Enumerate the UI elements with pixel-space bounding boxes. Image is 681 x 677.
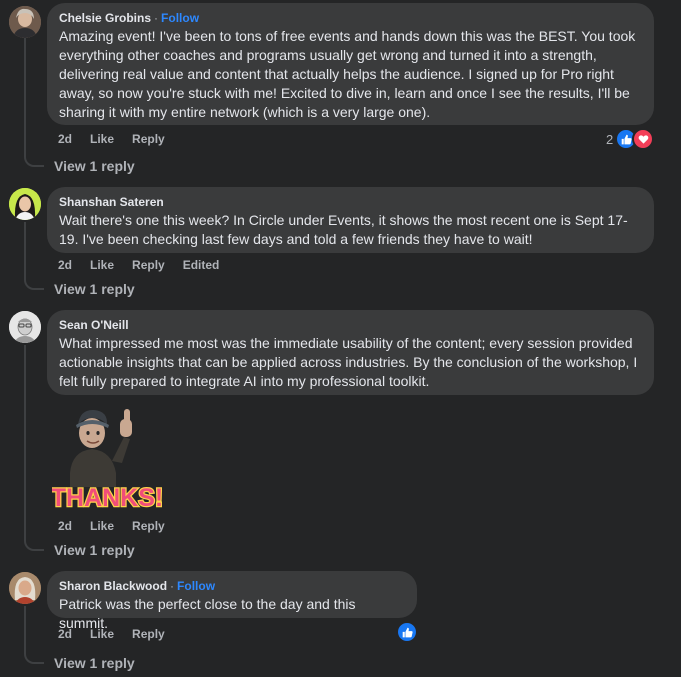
reply-button[interactable]: Reply	[132, 131, 165, 147]
comment-bubble: Sharon Blackwood · Follow Patrick was the …	[47, 571, 417, 631]
like-reaction-icon	[396, 621, 418, 643]
love-reaction-icon	[632, 128, 655, 150]
view-replies-link[interactable]: View 1 reply	[54, 280, 135, 298]
like-button[interactable]: Like	[90, 131, 114, 147]
comment-author[interactable]: Chelsie Grobins	[59, 11, 151, 25]
separator-dot: ·	[154, 11, 159, 25]
comment-bubble: Chelsie Grobins · Follow Amazing event! I'…	[47, 3, 654, 125]
avatar[interactable]	[9, 6, 41, 38]
timestamp[interactable]: 2d	[58, 626, 72, 642]
reactions-summary[interactable]	[396, 621, 418, 643]
thread-line	[24, 38, 26, 156]
view-replies-link[interactable]: View 1 reply	[54, 157, 135, 175]
comment-text: What impressed me most was the immediate…	[59, 335, 638, 389]
avatar-photo-icon	[9, 311, 41, 343]
avatar-photo-icon	[9, 572, 41, 604]
avatar-photo-icon	[9, 6, 41, 38]
like-button[interactable]: Like	[90, 518, 114, 534]
view-replies-link[interactable]: View 1 reply	[54, 541, 135, 559]
avatar-photo-icon	[9, 188, 41, 220]
thanks-sticker[interactable]: THANKS!	[50, 403, 165, 515]
reply-button[interactable]: Reply	[132, 626, 165, 642]
follow-button[interactable]: Follow	[177, 579, 215, 593]
comment-actions: 2d Like Reply	[58, 131, 183, 147]
separator-dot: ·	[170, 579, 175, 593]
comment-author[interactable]: Shanshan Sateren	[59, 194, 642, 210]
comment-actions: 2d Like Reply Edited	[58, 257, 237, 273]
thread-elbow	[24, 278, 44, 290]
edited-label: Edited	[182, 258, 220, 272]
reply-button[interactable]: Reply	[132, 257, 165, 273]
thread-line	[24, 222, 26, 278]
avatar[interactable]	[9, 188, 41, 220]
avatar[interactable]	[9, 311, 41, 343]
view-replies-link[interactable]: View 1 reply	[54, 654, 135, 672]
thread-elbow	[24, 539, 44, 551]
timestamp[interactable]: 2d	[58, 131, 72, 147]
reaction-count: 2	[606, 131, 614, 147]
comment-bubble: Sean O'Neill What impressed me most was …	[47, 310, 654, 395]
thread-line	[24, 606, 26, 652]
comment-text: Wait there's one this week? In Circle un…	[59, 212, 628, 247]
avatar[interactable]	[9, 572, 41, 604]
timestamp[interactable]: 2d	[58, 518, 72, 534]
timestamp[interactable]: 2d	[58, 257, 72, 273]
reply-button[interactable]: Reply	[132, 518, 165, 534]
thread-elbow	[24, 155, 44, 167]
comment-author[interactable]: Sean O'Neill	[59, 317, 642, 333]
sticker-text: THANKS!	[52, 484, 162, 512]
comment-actions: 2d Like Reply	[58, 626, 183, 642]
like-button[interactable]: Like	[90, 626, 114, 642]
comment-text: Amazing event! I've been to tons of free…	[59, 28, 636, 120]
thread-line	[24, 345, 26, 539]
thread-elbow	[24, 652, 44, 664]
comment-actions: 2d Like Reply	[58, 518, 183, 534]
like-button[interactable]: Like	[90, 257, 114, 273]
thumbs-up-avatar-sticker-icon: THANKS!	[50, 409, 165, 513]
reactions-summary[interactable]: 2	[606, 128, 655, 150]
comment-author[interactable]: Sharon Blackwood	[59, 579, 167, 593]
follow-button[interactable]: Follow	[161, 11, 199, 25]
comment-bubble: Shanshan Sateren Wait there's one this w…	[47, 187, 654, 253]
